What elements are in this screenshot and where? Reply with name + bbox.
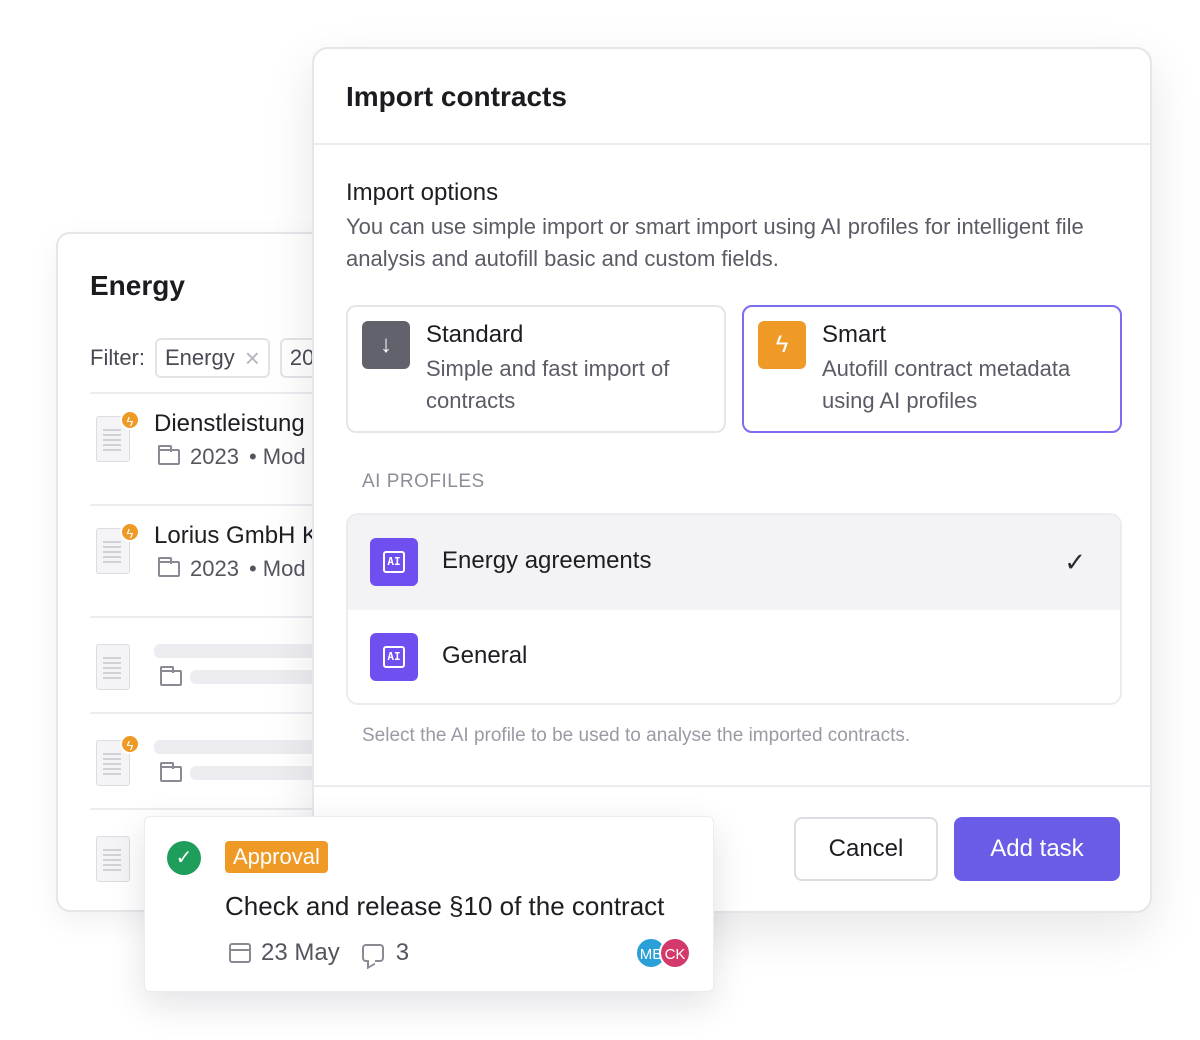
contract-meta-suffix: • Mod — [248, 444, 306, 469]
filter-chip-label: 20 — [289, 345, 315, 370]
contract-year: 2023 — [190, 444, 239, 469]
task-card[interactable]: ✓ Approval Check and release §10 of the … — [144, 816, 714, 992]
contract-year: 2023 — [190, 556, 239, 581]
filter-chip-label: Energy — [165, 345, 235, 370]
ai-icon: AI — [370, 633, 418, 681]
profile-energy-agreements[interactable]: AI Energy agreements ✓ — [348, 515, 1120, 610]
app-stage: Energy Filter: Energy × 20 ϟ Dienstleist… — [0, 0, 1200, 1040]
panel-title: Energy — [90, 270, 185, 301]
profile-name: Energy agreements — [442, 547, 652, 574]
comment-icon — [361, 944, 384, 962]
task-due-date: 23 May — [261, 939, 340, 966]
contract-meta-suffix: • Mod — [248, 556, 306, 581]
add-task-button[interactable]: Add task — [954, 817, 1120, 881]
dialog-header: Import contracts — [314, 49, 1150, 145]
check-circle-icon[interactable]: ✓ — [167, 841, 201, 875]
ai-icon: AI — [370, 538, 418, 586]
import-options-title: Import options — [346, 179, 499, 206]
folder-icon — [160, 666, 182, 686]
contract-meta: 2023 • Mod — [158, 444, 306, 470]
cancel-button[interactable]: Cancel — [794, 817, 938, 881]
option-title: Smart — [822, 321, 887, 348]
option-description: Simple and fast import of contracts — [426, 356, 670, 413]
dialog-title: Import contracts — [346, 81, 567, 112]
profile-helper-text: Select the AI profile to be used to anal… — [362, 725, 911, 746]
calendar-icon — [229, 943, 251, 963]
folder-icon — [160, 762, 182, 782]
ai-profile-list: AI Energy agreements ✓ AI General — [346, 513, 1122, 705]
option-title: Standard — [426, 321, 524, 348]
avatar[interactable]: CK — [659, 937, 691, 969]
download-arrow-icon: ↓ — [362, 321, 410, 369]
import-options-description: You can use simple import or smart impor… — [346, 214, 1084, 271]
folder-icon — [158, 445, 180, 465]
profile-name: General — [442, 642, 528, 669]
contract-meta: 2023 • Mod — [158, 556, 306, 582]
status-badge: Approval — [225, 841, 328, 873]
filter-row: Filter: Energy × 20 — [90, 338, 334, 378]
document-icon — [96, 836, 130, 882]
option-standard[interactable]: ↓ Standard Simple and fast import of con… — [346, 305, 726, 433]
task-title: Check and release §10 of the contract — [225, 891, 665, 921]
task-meta: 23 May 3 — [229, 939, 409, 967]
contract-title: Lorius GmbH K — [154, 522, 319, 549]
check-icon: ✓ — [1064, 547, 1086, 577]
comment-count: 3 — [395, 939, 410, 966]
lightning-bolt-icon: ϟ — [120, 734, 140, 754]
lightning-bolt-icon: ϟ — [758, 321, 806, 369]
contract-title: Dienstleistung — [154, 410, 305, 437]
filter-chip-energy[interactable]: Energy × — [155, 338, 270, 378]
profile-general[interactable]: AI General — [348, 610, 1120, 703]
import-contracts-dialog: Import contracts Import options You can … — [312, 47, 1152, 913]
close-icon[interactable]: × — [245, 345, 260, 371]
option-smart[interactable]: ϟ Smart Autofill contract metadata using… — [742, 305, 1122, 433]
lightning-bolt-icon: ϟ — [120, 410, 140, 430]
option-description: Autofill contract metadata using AI prof… — [822, 356, 1071, 413]
folder-icon — [158, 557, 180, 577]
ai-profiles-label: AI PROFILES — [362, 471, 485, 492]
filter-label: Filter: — [90, 345, 145, 370]
document-icon — [96, 644, 130, 690]
lightning-bolt-icon: ϟ — [120, 522, 140, 542]
assignee-avatars: MB CK — [635, 937, 691, 969]
